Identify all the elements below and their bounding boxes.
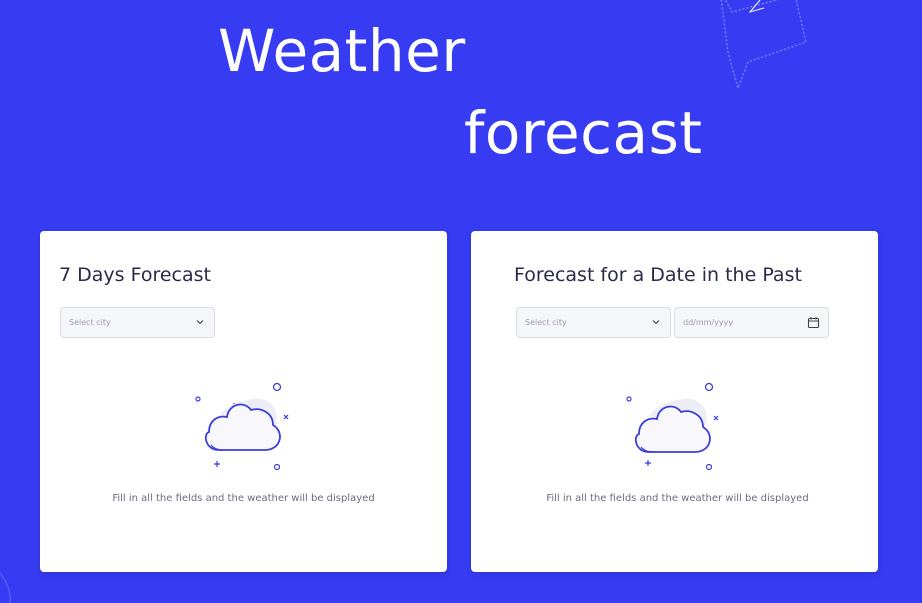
city-select[interactable]: Select city: [60, 307, 215, 338]
seven-day-forecast-card: 7 Days Forecast Select city Fill in all …: [40, 231, 447, 572]
cloud-icon: [195, 382, 289, 471]
calendar-icon[interactable]: [807, 316, 820, 329]
page-title-line1: Weather: [218, 17, 466, 85]
decorative-star-outline: [720, 0, 807, 91]
city-select[interactable]: Select city: [516, 307, 671, 338]
past-date-forecast-card: Forecast for a Date in the Past Select c…: [471, 231, 878, 572]
date-input[interactable]: dd/mm/yyyy: [674, 307, 829, 338]
city-select-placeholder: Select city: [525, 318, 567, 327]
seven-day-forecast-title: 7 Days Forecast: [59, 264, 211, 286]
date-input-placeholder: dd/mm/yyyy: [683, 318, 734, 327]
chevron-down-icon: [196, 320, 204, 325]
city-select-placeholder: Select city: [69, 318, 111, 327]
past-date-forecast-title: Forecast for a Date in the Past: [514, 264, 802, 286]
decorative-corner-curve: [0, 572, 11, 603]
cloud-icon: [626, 382, 719, 471]
chevron-down-icon: [652, 320, 660, 325]
page-title-line2: forecast: [464, 99, 703, 167]
empty-state-hint: Fill in all the fields and the weather w…: [546, 493, 809, 504]
empty-state-hint: Fill in all the fields and the weather w…: [112, 493, 375, 504]
